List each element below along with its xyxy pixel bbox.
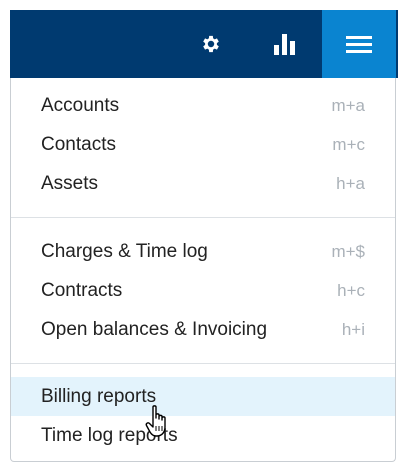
menu-item-shortcut: m+c bbox=[332, 134, 365, 154]
menu-item-shortcut: h+i bbox=[341, 319, 365, 339]
menu-item-contracts[interactable]: Contracts h+c bbox=[11, 271, 395, 310]
main-menu-dropdown: Accounts m+a Contacts m+c Assets h+a Cha… bbox=[10, 78, 396, 462]
hamburger-menu-icon bbox=[346, 36, 372, 53]
menu-item-label: Contracts bbox=[41, 279, 123, 301]
hand-pointer-cursor-icon bbox=[145, 405, 166, 437]
reports-button[interactable] bbox=[248, 10, 322, 78]
menu-item-shortcut: h+a bbox=[336, 173, 365, 193]
menu-item-billing-reports[interactable]: Billing reports bbox=[11, 377, 395, 416]
menu-item-label: Charges & Time log bbox=[41, 240, 208, 262]
menu-item-assets[interactable]: Assets h+a bbox=[11, 164, 395, 203]
menu-item-shortcut: m+a bbox=[331, 95, 365, 115]
menu-item-charges-time-log[interactable]: Charges & Time log m+$ bbox=[11, 232, 395, 271]
main-menu-button[interactable] bbox=[322, 10, 396, 78]
top-toolbar bbox=[10, 10, 398, 78]
menu-divider bbox=[11, 217, 395, 218]
settings-button[interactable] bbox=[174, 10, 248, 78]
menu-item-time-log-reports[interactable]: Time log reports bbox=[11, 416, 395, 455]
gear-icon bbox=[203, 35, 219, 53]
menu-item-label: Assets bbox=[41, 172, 99, 194]
bar-chart-icon bbox=[274, 34, 295, 55]
menu-divider bbox=[11, 363, 395, 364]
menu-item-label: Accounts bbox=[41, 94, 120, 116]
menu-item-shortcut: m+$ bbox=[331, 241, 365, 261]
menu-item-label: Contacts bbox=[41, 133, 116, 155]
menu-item-open-balances-invoicing[interactable]: Open balances & Invoicing h+i bbox=[11, 310, 395, 349]
menu-item-accounts[interactable]: Accounts m+a bbox=[11, 86, 395, 125]
menu-item-contacts[interactable]: Contacts m+c bbox=[11, 125, 395, 164]
menu-item-label: Open balances & Invoicing bbox=[41, 318, 268, 340]
menu-item-shortcut: h+c bbox=[337, 280, 365, 300]
menu-item-label: Billing reports bbox=[41, 385, 157, 407]
